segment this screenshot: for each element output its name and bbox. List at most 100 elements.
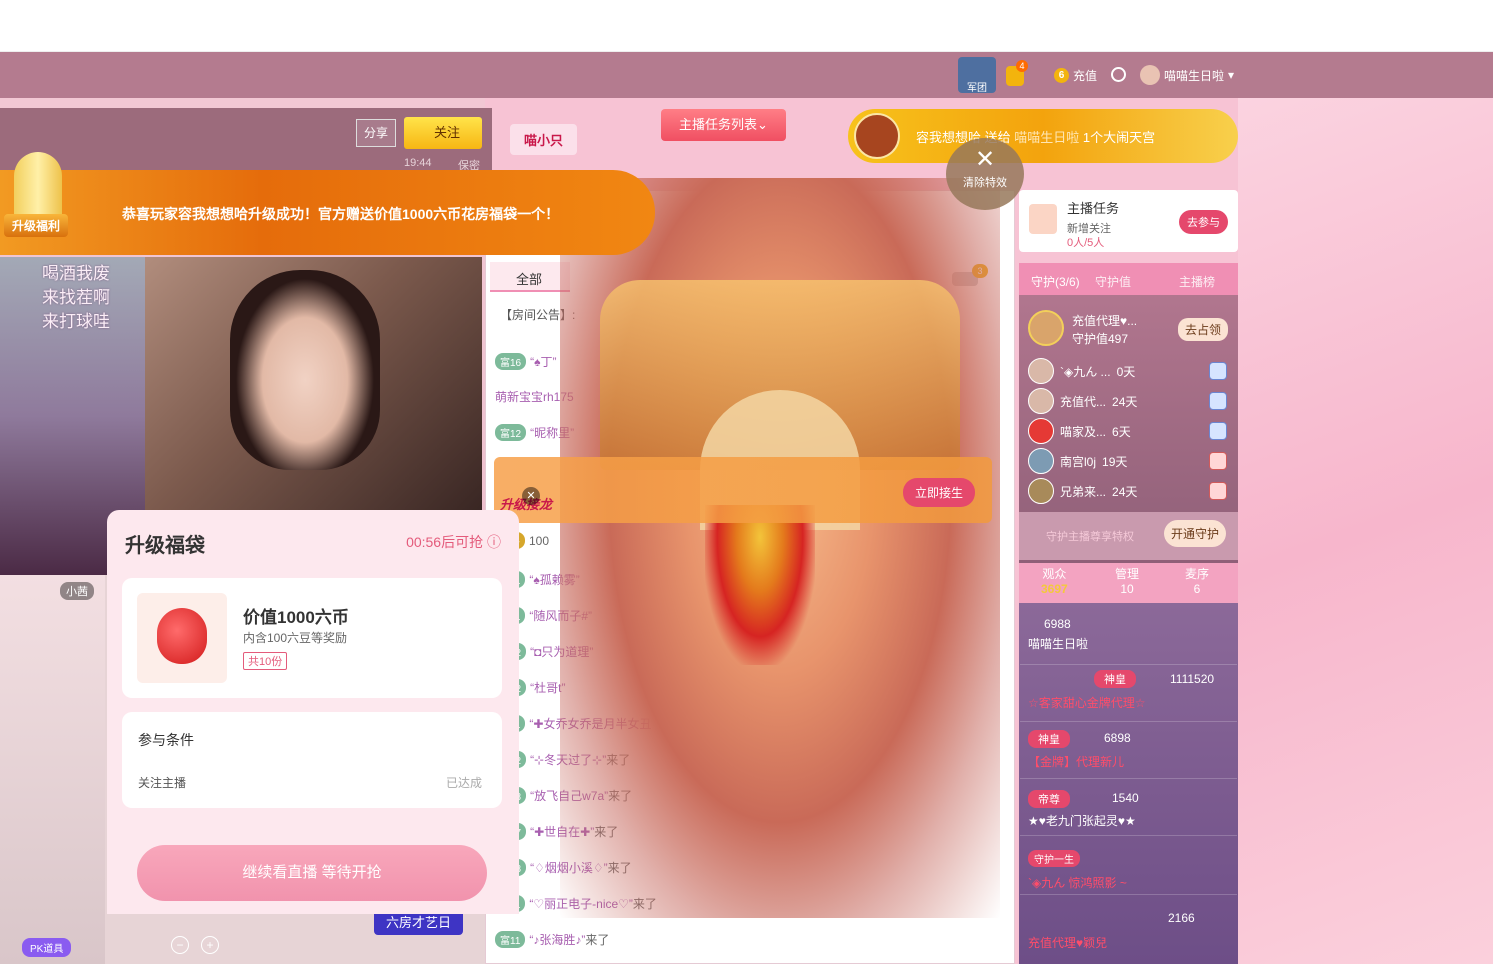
top-guard-name: 充值代理♥...: [1072, 314, 1138, 328]
upgrade-banner: 恭喜玩家容我想想哈升级成功！官方赠送价值1000六币花房福袋一个！: [0, 170, 655, 255]
tab-mic-order[interactable]: 麦序 6: [1185, 565, 1209, 596]
guard-name: 充值代...: [1060, 394, 1107, 409]
monkey-king-image: [705, 505, 815, 665]
username: 喵喵生日啦: [1164, 68, 1225, 83]
anchor-task-card: 主播任务 新增关注 0人/5人 去参与: [1019, 190, 1238, 252]
tab-anchor-rank[interactable]: 主播榜: [1179, 273, 1215, 290]
follow-button[interactable]: 关注: [404, 117, 482, 149]
overlay-line: 来打球哇: [42, 312, 110, 331]
guard-days: 6天: [1112, 424, 1131, 439]
chat-nick[interactable]: “♪张海胜♪”: [529, 933, 585, 947]
chat-message: 富16 “♠丁”: [495, 353, 557, 370]
audience-name: `◈九ん 惊鸿照影 ~: [1028, 876, 1127, 890]
tab-mic-count: 6: [1193, 582, 1201, 596]
avatar: [1140, 65, 1160, 85]
audience-name: ☆客家甜心金牌代理☆: [1028, 696, 1146, 710]
coin-icon: 6: [1054, 68, 1069, 83]
audience-tabs: 观众 3697 管理 10 麦序 6: [1019, 563, 1238, 603]
close-icon: ✕: [974, 146, 996, 173]
audience-row[interactable]: 神皇 1111520 ☆客家甜心金牌代理☆: [1020, 665, 1237, 722]
tab-audience[interactable]: 观众 3697: [1041, 565, 1068, 596]
condition-card: [122, 712, 502, 808]
user-menu[interactable]: 喵喵生日啦 ▾: [1140, 65, 1234, 85]
anchor-task-progress: 0人/5人: [1067, 237, 1105, 249]
audience-row[interactable]: 6988 喵喵生日啦: [1020, 608, 1237, 665]
condition-status: 已达成: [446, 776, 483, 790]
noble-badge: 神皇: [1094, 670, 1136, 688]
avatar: [1028, 358, 1054, 384]
level-badge: 富11: [495, 931, 526, 948]
audience-name: ★♥老九门张起灵♥★: [1028, 814, 1136, 828]
top-guard-value: 守护值497: [1072, 332, 1129, 346]
clear-effects-label: 清除特效: [963, 177, 1007, 189]
zoom-out-icon[interactable]: −: [171, 936, 189, 954]
lucky-bag-icon: [157, 608, 207, 664]
tab-guard-value[interactable]: 守护值: [1095, 273, 1131, 290]
recharge-button[interactable]: 6 充值: [1054, 67, 1097, 84]
video-overlay-text: 喝酒我废 来找茬啊 来打球哇: [42, 262, 110, 334]
tab-all[interactable]: 全部: [490, 262, 570, 292]
guard-row: 兄弟来... 24天: [1028, 478, 1137, 504]
small-anchor-label: 小茜: [60, 582, 94, 600]
continue-watching-button[interactable]: 继续看直播 等待开抢: [137, 845, 487, 901]
tab-guard[interactable]: 守护(3/6): [1031, 273, 1080, 290]
level-badge: 富12: [495, 424, 527, 441]
audience-row[interactable]: 守护一生 `◈九ん 惊鸿照影 ~: [1020, 838, 1237, 895]
guard-tabs: 守护(3/6) 守护值 主播榜: [1019, 263, 1238, 295]
shield-icon: [1209, 392, 1227, 410]
level-badge: 富16: [495, 353, 527, 370]
chevron-down-icon: ⌄: [757, 117, 768, 132]
audience-score: 1111520: [1170, 672, 1215, 686]
occupy-button[interactable]: 去占领: [1178, 318, 1229, 341]
shield-icon: [1209, 362, 1227, 380]
avatar: [1028, 448, 1054, 474]
tab-managers-label: 管理: [1115, 567, 1140, 581]
top-guard-avatar[interactable]: [1028, 310, 1064, 346]
anchor-task-list-button[interactable]: 主播任务列表⌄: [661, 109, 786, 141]
audience-row[interactable]: 帝尊 1540 ★♥老九门张起灵♥★: [1020, 779, 1237, 836]
share-button[interactable]: 分享: [356, 119, 396, 147]
zoom-in-icon[interactable]: +: [201, 936, 219, 954]
gift-name: 1个大闹天宫: [1082, 130, 1156, 145]
legion-button[interactable]: 军团: [958, 57, 996, 94]
guard-name: 喵家及...: [1060, 424, 1107, 439]
close-icon[interactable]: ✕: [522, 487, 540, 505]
tab-mic-label: 麦序: [1185, 567, 1210, 581]
top-nav-bar: [0, 52, 1493, 98]
menu-icon[interactable]: [1111, 67, 1126, 82]
audience-score: 6898: [1104, 731, 1131, 745]
join-dragon-button[interactable]: 立即接生: [903, 478, 976, 507]
gift-notice-bar: 容我想想哈 送给 喵喵生日啦 1个大闹天宫: [848, 109, 1238, 163]
join-task-button[interactable]: 去参与: [1179, 210, 1228, 234]
page-background-right: [1238, 98, 1493, 964]
video-tile-3[interactable]: [0, 575, 105, 964]
upgrade-banner-text: 恭喜玩家容我想想哈升级成功！官方赠送价值1000六币花房福袋一个！: [122, 206, 560, 222]
audience-row[interactable]: 神皇 6898 【金牌】代理新儿: [1020, 722, 1237, 779]
guard-name: `◈九ん ...: [1060, 364, 1111, 379]
shield-icon: [1209, 422, 1227, 440]
audience-row[interactable]: 2166 充值代理♥颖兒: [1020, 898, 1237, 955]
countdown: 00:56后可抢 ⓘ: [406, 532, 501, 552]
noble-badge: 守护一生: [1028, 850, 1080, 867]
avatar: [1028, 388, 1054, 414]
guard-name: 兄弟来...: [1060, 484, 1107, 499]
audience-score: 6988: [1044, 617, 1071, 631]
sender-avatar: [854, 113, 900, 159]
tab-audience-count: 3697: [1041, 582, 1068, 596]
condition-item: 关注主播: [138, 776, 187, 790]
condition-title: 参与条件: [138, 732, 194, 748]
pk-button[interactable]: PK道具: [22, 938, 72, 957]
guard-row: 喵家及... 6天: [1028, 418, 1131, 444]
popup-title: 升级福袋: [125, 535, 205, 557]
guard-row: 充值代... 24天: [1028, 388, 1137, 414]
open-guard-button[interactable]: 开通守护: [1164, 520, 1227, 547]
task-icon: [1029, 204, 1057, 234]
tab-managers[interactable]: 管理 10: [1115, 565, 1139, 596]
countdown-text: 00:56后可抢: [406, 534, 484, 550]
clear-effects-button[interactable]: ✕ 清除特效: [946, 138, 1024, 210]
overlay-line: 来找茬啊: [42, 288, 110, 307]
info-icon[interactable]: ⓘ: [487, 534, 501, 550]
guard-days: 0天: [1116, 364, 1136, 379]
shield-icon: [1209, 452, 1227, 470]
avatar: [1028, 418, 1054, 444]
